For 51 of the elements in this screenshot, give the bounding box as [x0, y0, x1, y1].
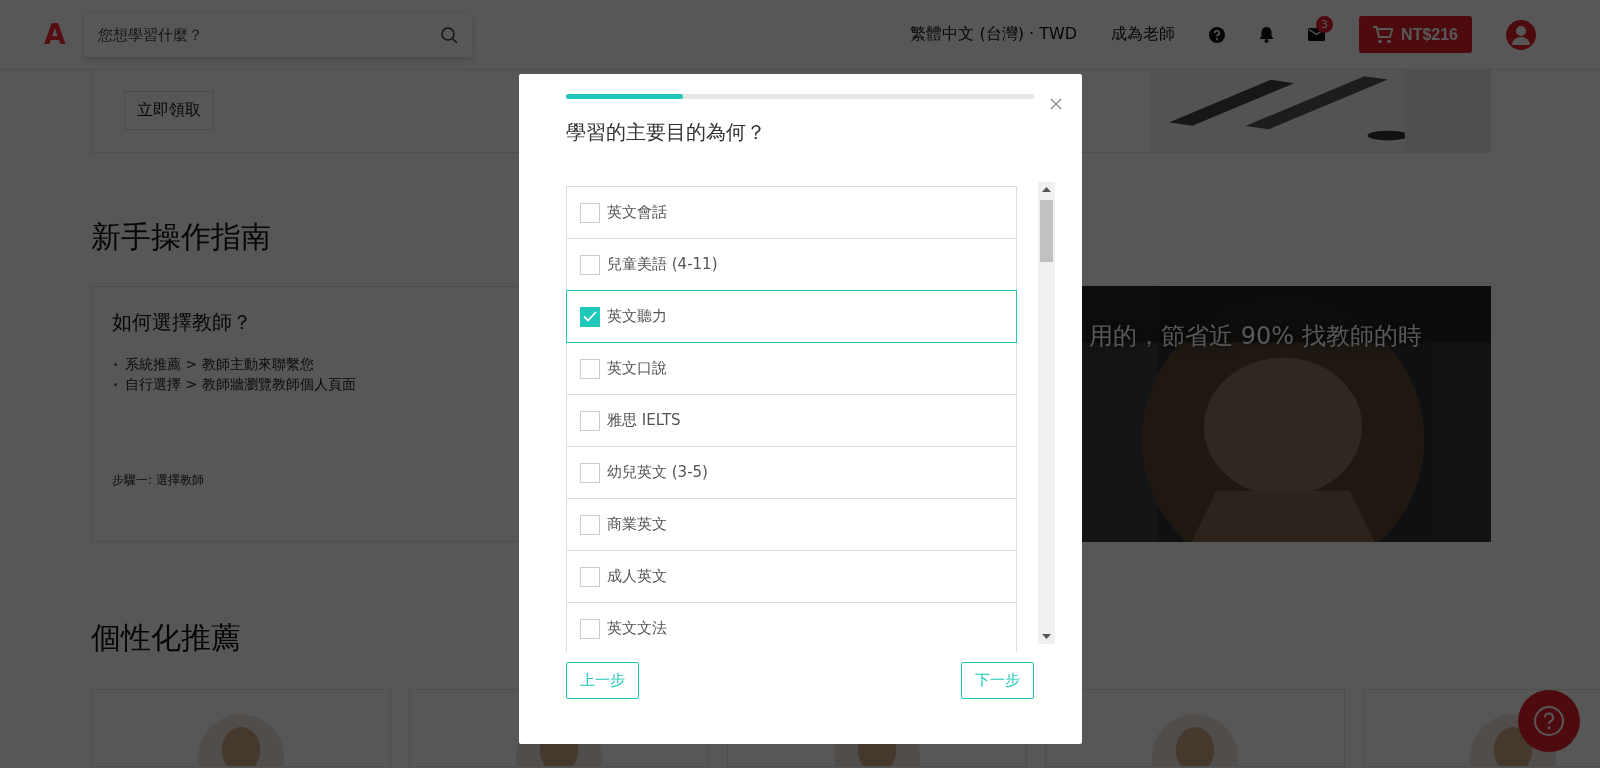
option-label: 英文口說 — [607, 359, 667, 378]
option-row[interactable]: 英文聽力 — [566, 290, 1017, 343]
option-row[interactable]: 商業英文 — [566, 498, 1017, 551]
section-heading: 新手操作指南 — [91, 218, 271, 256]
option-label: 英文會話 — [607, 203, 667, 222]
card-title: 如何選擇教師？ — [112, 309, 252, 336]
scroll-up-arrow-icon[interactable] — [1042, 187, 1051, 192]
checkbox[interactable] — [580, 202, 600, 223]
checkbox[interactable] — [580, 566, 600, 587]
option-row[interactable]: 雅思 IELTS — [566, 394, 1017, 447]
bullet-text: 系統推薦 > 教師主動來聯繫您 — [125, 355, 314, 374]
scrollbar-thumb[interactable] — [1040, 200, 1053, 262]
checkbox[interactable] — [580, 514, 600, 535]
checkbox[interactable] — [580, 618, 600, 639]
checkbox[interactable] — [580, 358, 600, 379]
banner-text: 用的，節省近 90% 找教師的時 — [1089, 321, 1422, 352]
help-icon[interactable] — [1209, 26, 1226, 43]
checkbox[interactable] — [580, 306, 600, 327]
checkbox[interactable] — [580, 462, 600, 483]
option-label: 英文聽力 — [607, 307, 667, 326]
option-label: 雅思 IELTS — [607, 411, 681, 430]
option-row[interactable]: 英文文法 — [566, 602, 1017, 652]
bullet-text: 自行選擇 > 教師牆瀏覽教師個人頁面 — [125, 375, 356, 394]
option-row[interactable]: 成人英文 — [566, 550, 1017, 603]
checkbox[interactable] — [580, 254, 600, 275]
search-icon[interactable] — [439, 25, 458, 44]
avatar-icon[interactable] — [1506, 19, 1536, 50]
close-button[interactable] — [1050, 98, 1062, 110]
dialog-title: 學習的主要目的為何？ — [566, 119, 767, 146]
help-icon — [1533, 705, 1565, 737]
cart-icon — [1373, 25, 1394, 44]
bullet-dot — [114, 382, 117, 386]
option-label: 成人英文 — [607, 567, 667, 586]
mail-count-badge: 3 — [1316, 16, 1334, 33]
checkbox[interactable] — [580, 410, 600, 431]
option-row[interactable]: 英文口說 — [566, 342, 1017, 395]
option-row[interactable]: 英文會話 — [566, 186, 1017, 239]
step-label: 步驟一: 選擇教師 — [112, 472, 204, 489]
option-row[interactable]: 兒童美語 (4-11) — [566, 238, 1017, 291]
option-label: 英文文法 — [607, 619, 667, 638]
close-icon — [1050, 98, 1062, 110]
section-heading: 個性化推薦 — [91, 619, 241, 657]
bell-icon[interactable] — [1259, 26, 1275, 43]
option-label: 幼兒英文 (3-5) — [607, 463, 708, 482]
bullet-dot — [114, 362, 117, 366]
search-field[interactable]: 您想學習什麼？ — [83, 12, 472, 57]
option-label: 商業英文 — [607, 515, 667, 534]
scroll-down-arrow-icon[interactable] — [1042, 634, 1051, 639]
scrollbar[interactable] — [1038, 182, 1055, 644]
option-row[interactable]: 幼兒英文 (3-5) — [566, 446, 1017, 499]
option-label: 兒童美語 (4-11) — [607, 255, 718, 274]
